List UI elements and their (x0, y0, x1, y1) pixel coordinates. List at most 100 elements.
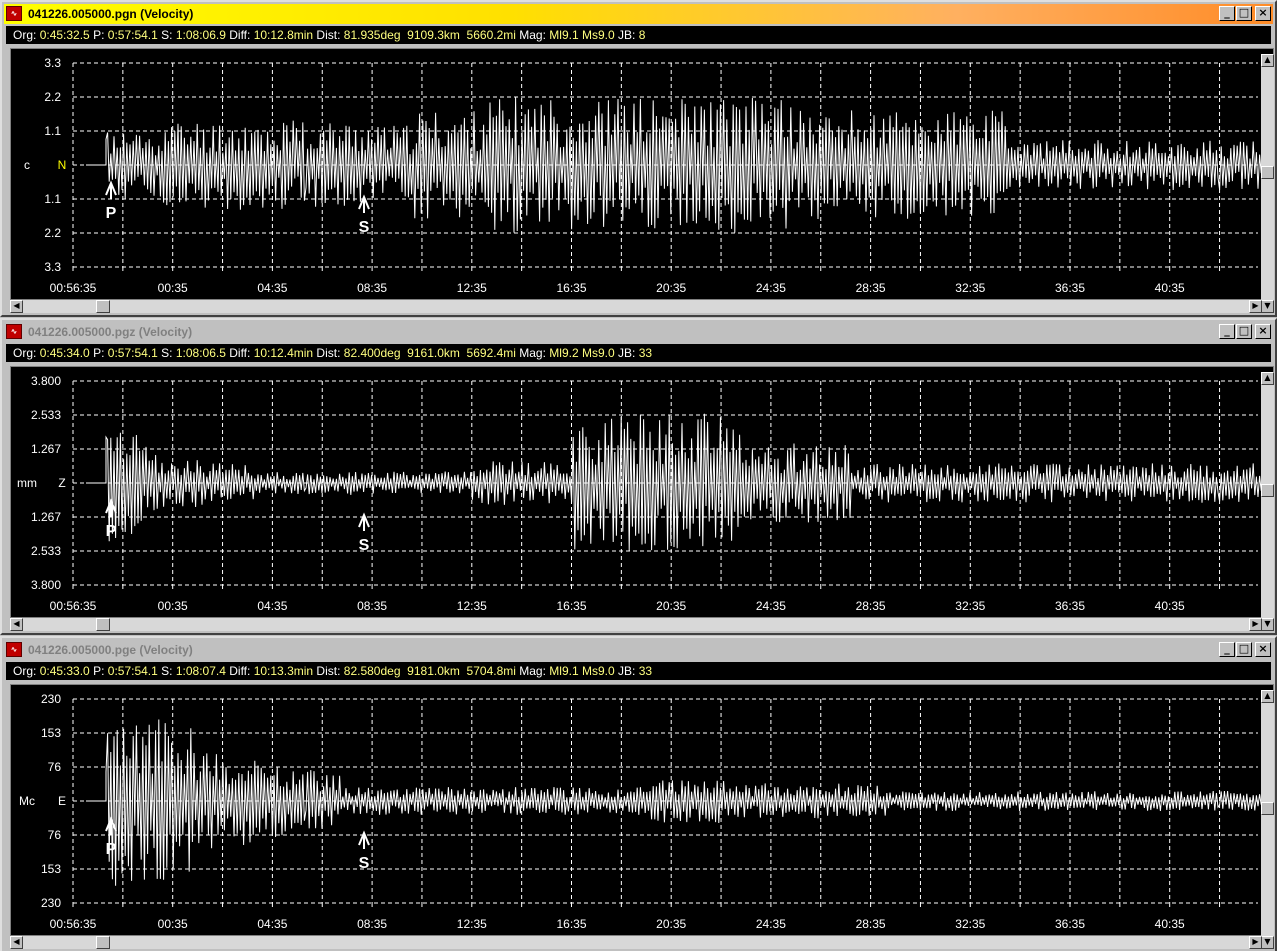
scroll-down-icon[interactable]: ▼ (1261, 300, 1274, 313)
info-label: Dist: (316, 346, 341, 360)
scroll-left-icon[interactable]: ◀ (10, 936, 23, 949)
maximize-icon[interactable]: □ (1236, 642, 1252, 657)
scroll-left-icon[interactable]: ◀ (10, 300, 23, 313)
y-tick-label: 3.800 (31, 578, 61, 592)
info-label: JB: (618, 664, 636, 678)
info-value: 9181.0km (407, 664, 460, 678)
window-titlebar[interactable]: ∿ 041226.005000.pge (Velocity) _ □ × (4, 640, 1273, 660)
minimize-icon[interactable]: _ (1219, 6, 1235, 21)
scroll-down-icon[interactable]: ▼ (1261, 618, 1274, 631)
info-label: JB: (618, 28, 636, 42)
window-titlebar[interactable]: ∿ 041226.005000.pgn (Velocity) _ □ × (4, 4, 1273, 24)
seismo-app-icon[interactable]: ∿ (6, 6, 22, 21)
horizontal-scrollbar[interactable]: ◀ ▶ (10, 618, 1262, 631)
x-tick-label: 04:35 (257, 599, 287, 613)
y-tick-label: 230 (41, 896, 61, 910)
horizontal-scrollbar[interactable]: ◀ ▶ (10, 300, 1262, 313)
info-value: 0:45:34.0 (39, 346, 90, 360)
x-tick-label: 12:35 (457, 599, 487, 613)
minimize-icon[interactable]: _ (1219, 642, 1235, 657)
info-label: JB: (618, 346, 636, 360)
vertical-scroll-thumb[interactable] (1261, 484, 1274, 497)
waveform-plot[interactable]: 3.3 2.2 1.1 1.1 2.2 3.3 00:56:35 00:35 04:35 08:3… (10, 48, 1274, 300)
info-label: Dist: (316, 664, 341, 678)
scroll-up-icon[interactable]: ▲ (1261, 690, 1274, 703)
info-value: 81.935deg (343, 28, 401, 42)
waveform-canvas: 3.800 2.533 1.267 1.267 2.533 3.800 00:56:35 00… (17, 374, 1264, 613)
info-label: Mag: (519, 28, 546, 42)
window-titlebar[interactable]: ∿ 041226.005000.pgz (Velocity) _ □ × (4, 322, 1273, 342)
seismogram-window[interactable]: ∿ 041226.005000.pgn (Velocity) _ □ × Org: 0:4… (0, 0, 1277, 317)
x-tick-label: 40:35 (1155, 599, 1185, 613)
horizontal-scrollbar[interactable]: ◀ ▶ (10, 936, 1262, 949)
scroll-up-icon[interactable]: ▲ (1261, 54, 1274, 67)
y-tick-label: 3.800 (31, 374, 61, 388)
waveform-trace (86, 413, 1264, 551)
info-value: Ml9.1 Ms9.0 (549, 28, 615, 42)
y-tick-label: 153 (41, 726, 61, 740)
vertical-scrollbar[interactable]: ▲ ▼ (1261, 372, 1274, 631)
info-label: S: (161, 28, 173, 42)
info-value: 1:08:06.9 (175, 28, 226, 42)
x-tick-label: 28:35 (856, 281, 886, 295)
x-tick-label: 36:35 (1055, 599, 1085, 613)
x-tick-label: 16:35 (556, 599, 586, 613)
y-tick-label: 2.533 (31, 408, 61, 422)
scroll-right-icon[interactable]: ▶ (1249, 300, 1262, 313)
event-info-bar: Org: 0:45:33.0 P: 0:57:54.1 S: 1:08:07.4… (6, 662, 1271, 680)
seismo-app-icon[interactable]: ∿ (6, 642, 22, 657)
seismogram-window[interactable]: ∿ 041226.005000.pge (Velocity) _ □ × Org: 0:4… (0, 636, 1277, 951)
x-tick-label: 16:35 (556, 281, 586, 295)
scroll-right-icon[interactable]: ▶ (1249, 618, 1262, 631)
info-value: Ml9.2 Ms9.0 (549, 346, 615, 360)
y-tick-label: 76 (48, 760, 62, 774)
x-tick-label: 24:35 (756, 281, 786, 295)
y-tick-label: 1.1 (44, 124, 61, 138)
info-value: 82.580deg (343, 664, 401, 678)
close-icon[interactable]: × (1255, 642, 1271, 657)
x-tick-label: 36:35 (1055, 281, 1085, 295)
close-icon[interactable]: × (1255, 6, 1271, 21)
vertical-scroll-thumb[interactable] (1261, 166, 1274, 179)
horizontal-scroll-thumb[interactable] (96, 936, 110, 949)
s-phase-label: S (359, 537, 370, 554)
info-label: Org: (13, 664, 37, 678)
waveform-trace (86, 719, 1264, 886)
info-label: Org: (13, 28, 37, 42)
x-tick-label: 20:35 (656, 917, 686, 931)
info-label: Org: (13, 346, 37, 360)
p-phase-label: P (106, 523, 117, 540)
scroll-right-icon[interactable]: ▶ (1249, 936, 1262, 949)
y-tick-label: 1.267 (31, 510, 61, 524)
x-tick-label: 40:35 (1155, 281, 1185, 295)
seismogram-window[interactable]: ∿ 041226.005000.pgz (Velocity) _ □ × Org: 0:4… (0, 318, 1277, 635)
y-tick-label: 3.3 (44, 260, 61, 274)
scroll-left-icon[interactable]: ◀ (10, 618, 23, 631)
maximize-icon[interactable]: □ (1236, 324, 1252, 339)
horizontal-scroll-thumb[interactable] (96, 618, 110, 631)
seismo-app-icon[interactable]: ∿ (6, 324, 22, 339)
horizontal-scroll-thumb[interactable] (96, 300, 110, 313)
s-phase-label: S (359, 219, 370, 236)
p-phase-label: P (106, 205, 117, 222)
x-tick-label: 32:35 (955, 599, 985, 613)
vertical-scrollbar[interactable]: ▲ ▼ (1261, 54, 1274, 313)
x-tick-label: 00:56:35 (50, 599, 97, 613)
vertical-scrollbar[interactable]: ▲ ▼ (1261, 690, 1274, 949)
p-arrow-icon (105, 180, 117, 199)
scroll-up-icon[interactable]: ▲ (1261, 372, 1274, 385)
waveform-plot[interactable]: 230 153 76 76 153 230 00:56:35 00:35 04:35 08:35 1… (10, 684, 1274, 936)
info-value: 0:45:33.0 (39, 664, 90, 678)
close-icon[interactable]: × (1255, 324, 1271, 339)
x-tick-label: 20:35 (656, 599, 686, 613)
component-label: N (58, 158, 67, 172)
info-value: 10:12.4min (253, 346, 314, 360)
info-label: Mag: (519, 664, 546, 678)
unit-label: mm (17, 476, 37, 490)
minimize-icon[interactable]: _ (1219, 324, 1235, 339)
info-value: 5692.4mi (466, 346, 516, 360)
waveform-plot[interactable]: 3.800 2.533 1.267 1.267 2.533 3.800 00:56:35 00… (10, 366, 1274, 618)
scroll-down-icon[interactable]: ▼ (1261, 936, 1274, 949)
maximize-icon[interactable]: □ (1236, 6, 1252, 21)
vertical-scroll-thumb[interactable] (1261, 802, 1274, 815)
